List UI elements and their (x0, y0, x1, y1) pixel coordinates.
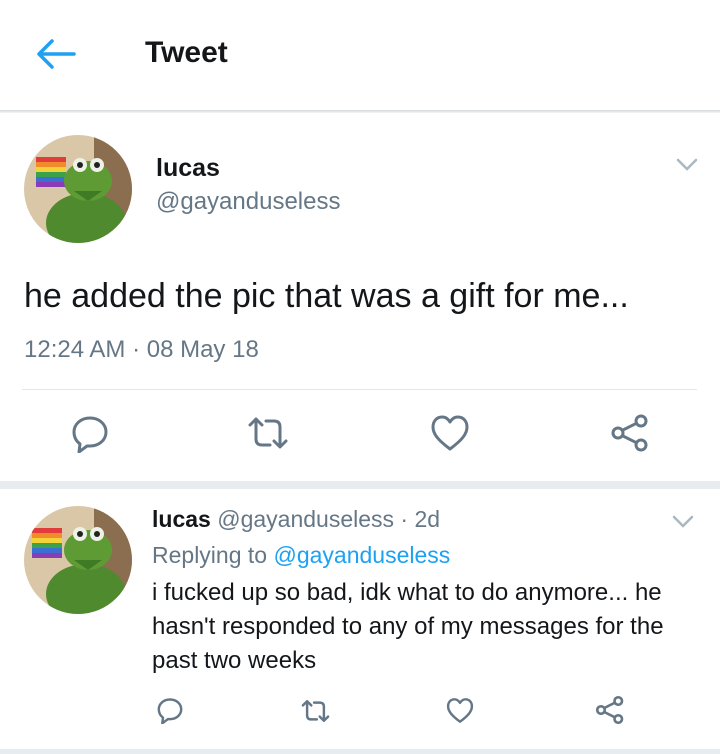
reply-text-line-1: i fucked up so bad, idk what to do anymo… (152, 579, 662, 606)
page-title: Tweet (145, 36, 228, 69)
reply-header: lucas @gayanduseless · 2d (152, 506, 440, 533)
arrow-left-icon[interactable] (36, 36, 76, 72)
section-separator (0, 481, 720, 489)
avatar[interactable] (24, 135, 132, 243)
reply-retweet-icon[interactable] (300, 697, 331, 725)
reply-text-line-3: past two weeks (152, 647, 317, 674)
top-bar (0, 0, 720, 110)
display-name[interactable]: lucas (156, 154, 220, 183)
avatar-image (24, 135, 132, 243)
rainbow-flag-icon (32, 528, 62, 558)
timestamp[interactable]: 12:24 AM · 08 May 18 (24, 336, 259, 364)
replying-to-handle[interactable]: @gayanduseless (273, 542, 450, 568)
retweet-icon[interactable] (246, 413, 290, 453)
like-icon[interactable] (430, 414, 470, 452)
reply-like-icon[interactable] (446, 697, 474, 724)
reply-icon[interactable] (70, 413, 110, 453)
top-bar-shadow (0, 110, 720, 113)
bottom-separator (0, 749, 720, 754)
replying-to-label: Replying to (152, 542, 268, 568)
reply-avatar[interactable] (24, 506, 132, 614)
reply-text-line-2: hasn't responded to any of my messages f… (152, 613, 664, 640)
reply-handle-time[interactable]: @gayanduseless · 2d (217, 506, 440, 532)
replying-to: Replying to @gayanduseless (152, 542, 450, 569)
chevron-down-icon[interactable] (676, 158, 698, 172)
reply-display-name[interactable]: lucas (152, 506, 211, 532)
divider (22, 389, 697, 390)
handle[interactable]: @gayanduseless (156, 188, 340, 216)
rainbow-flag-icon (36, 157, 66, 187)
share-icon[interactable] (610, 413, 650, 453)
reply-chevron-down-icon[interactable] (672, 515, 694, 529)
tweet-text: he added the pic that was a gift for me.… (24, 277, 629, 315)
reply-reply-icon[interactable] (156, 696, 184, 724)
avatar-image (24, 506, 132, 614)
reply-share-icon[interactable] (595, 695, 625, 725)
